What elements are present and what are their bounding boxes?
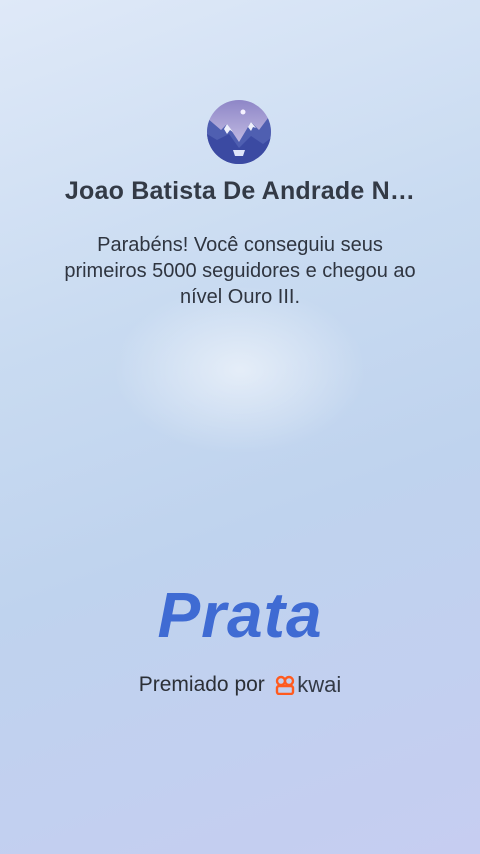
username: Joao Batista De Andrade N… <box>64 177 416 205</box>
mountain-landscape-avatar-icon <box>207 100 271 164</box>
tier-title: Prata <box>157 579 323 651</box>
kwai-logo-icon <box>275 675 295 695</box>
achievement-message: Parabéns! Você conseguiu seus primeiros … <box>64 234 416 308</box>
kwai-brand-text: kwai <box>297 672 342 697</box>
avatar[interactable] <box>207 100 271 164</box>
awarded-by-label: Premiado por <box>138 673 265 696</box>
awarded-by: Premiado por kwai <box>0 672 480 698</box>
